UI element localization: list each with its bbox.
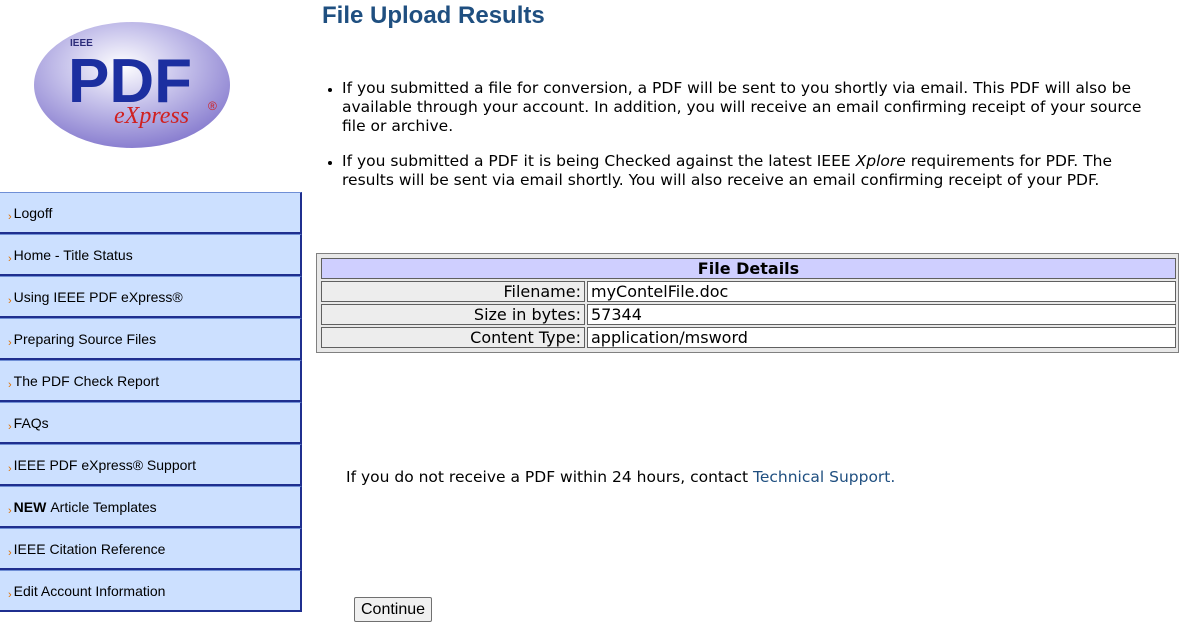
file-details-panel: File Details Filename: myContelFile.doc … (316, 253, 1179, 353)
sidebar-item-edit-account[interactable]: › Edit Account Information (0, 570, 302, 612)
xplore-text: Xplore (855, 152, 906, 170)
sidebar-item-citation-reference[interactable]: › IEEE Citation Reference (0, 528, 302, 570)
content-type-value: application/msword (587, 327, 1176, 348)
sidebar-item-label: Logoff (13, 204, 53, 221)
sidebar-item-logoff[interactable]: › Logoff (0, 192, 302, 234)
arrow-icon: › (8, 546, 12, 559)
sidebar-item-home-title-status[interactable]: › Home - Title Status (0, 234, 302, 276)
table-row: Content Type: application/msword (321, 327, 1176, 348)
filename-value: myContelFile.doc (587, 281, 1176, 302)
sidebar-item-using-pdf-express[interactable]: › Using IEEE PDF eXpress® (0, 276, 302, 318)
arrow-icon: › (8, 210, 12, 223)
file-details-table: File Details Filename: myContelFile.doc … (319, 256, 1178, 350)
info-bullet-conversion: If you submitted a file for conversion, … (342, 79, 1162, 136)
sidebar-item-label: FAQs (13, 414, 49, 431)
sidebar-item-label: Edit Account Information (13, 582, 166, 599)
new-badge: NEW (13, 498, 47, 515)
info-bullet-pdf-check: If you submitted a PDF it is being Check… (342, 152, 1162, 190)
sidebar-item-label: Preparing Source Files (13, 330, 157, 347)
size-label: Size in bytes: (321, 304, 585, 325)
logo-express-text: eXpress (114, 103, 189, 129)
arrow-icon: › (8, 588, 12, 601)
continue-button[interactable]: Continue (354, 597, 433, 622)
info-bullet-text: If you submitted a file for conversion, … (342, 79, 1142, 135)
pdf-express-logo: IEEE PDF eXpress ® (32, 20, 232, 150)
content-type-label: Content Type: (321, 327, 585, 348)
table-row: Filename: myContelFile.doc (321, 281, 1176, 302)
technical-support-link[interactable]: Technical Support. (753, 468, 895, 486)
sidebar-item-label: Using IEEE PDF eXpress® (13, 288, 183, 305)
filename-label: Filename: (321, 281, 585, 302)
sidebar-item-label: The PDF Check Report (13, 372, 160, 389)
size-value: 57344 (587, 304, 1176, 325)
table-row: Size in bytes: 57344 (321, 304, 1176, 325)
arrow-icon: › (8, 462, 12, 475)
file-details-header: File Details (321, 258, 1176, 279)
sidebar-item-article-templates[interactable]: › NEW Article Templates (0, 486, 302, 528)
info-bullet-text: If you submitted a PDF it is being Check… (342, 152, 856, 170)
sidebar-item-pdf-check-report[interactable]: › The PDF Check Report (0, 360, 302, 402)
sidebar-item-preparing-source-files[interactable]: › Preparing Source Files (0, 318, 302, 360)
sidebar-item-label: IEEE Citation Reference (13, 540, 166, 557)
sidebar-item-support[interactable]: › IEEE PDF eXpress® Support (0, 444, 302, 486)
arrow-icon: › (8, 504, 12, 517)
arrow-icon: › (8, 252, 12, 265)
logo-reg-mark: ® (208, 99, 217, 113)
arrow-icon: › (8, 294, 12, 307)
support-message: If you do not receive a PDF within 24 ho… (346, 468, 895, 486)
sidebar-item-label: Home - Title Status (13, 246, 133, 263)
sidebar-item-faqs[interactable]: › FAQs (0, 402, 302, 444)
arrow-icon: › (8, 378, 12, 391)
info-list: If you submitted a file for conversion, … (322, 79, 1162, 206)
arrow-icon: › (8, 336, 12, 349)
support-text: If you do not receive a PDF within 24 ho… (346, 468, 753, 486)
sidebar-nav: › Logoff › Home - Title Status › Using I… (0, 192, 302, 612)
sidebar-item-label: IEEE PDF eXpress® Support (13, 456, 196, 473)
page-title: File Upload Results (322, 2, 545, 29)
sidebar-item-label: Article Templates (50, 498, 157, 515)
arrow-icon: › (8, 420, 12, 433)
